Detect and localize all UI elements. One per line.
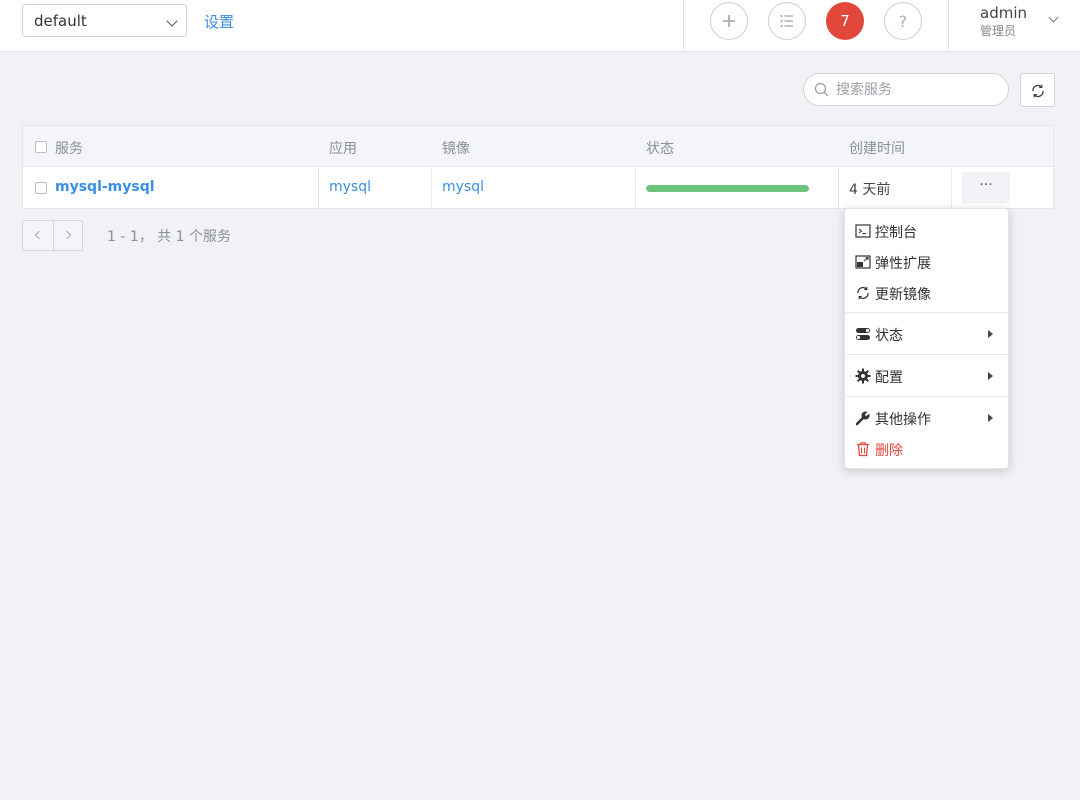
image-link[interactable]: mysql <box>442 179 484 195</box>
svg-text:?: ? <box>899 12 908 31</box>
select-all-checkbox[interactable] <box>35 141 47 153</box>
menu-item-label: 删除 <box>875 443 903 459</box>
menu-item-label: 状态 <box>875 328 903 344</box>
table-header: 服务 应用 镜像 状态 创建时间 <box>23 126 1053 167</box>
user-role: 管理员 <box>980 24 1017 38</box>
more-actions-button[interactable]: ··· <box>962 172 1010 203</box>
status-progress-fill <box>646 185 809 192</box>
caret-right-icon <box>988 414 993 422</box>
created-time: 4 天前 <box>849 182 891 198</box>
user-name[interactable]: admin <box>980 4 1027 22</box>
task-list-button[interactable] <box>768 2 806 40</box>
namespace-select[interactable]: default <box>22 4 187 37</box>
app-link[interactable]: mysql <box>329 179 371 195</box>
cell-divider <box>838 167 839 208</box>
settings-link[interactable]: 设置 <box>204 11 234 32</box>
plus-icon <box>723 15 735 27</box>
menu-item-label: 其他操作 <box>875 412 931 428</box>
menu-item-label: 更新镜像 <box>875 287 931 303</box>
search-input[interactable] <box>836 80 996 100</box>
gear-icon <box>855 368 871 384</box>
column-header-service[interactable]: 服务 <box>55 138 83 158</box>
chevron-left-icon[interactable] <box>34 230 44 240</box>
service-actions-menu: 控制台 弹性扩展 更新镜像 状态 配置 其他操作 删除 <box>844 208 1009 469</box>
menu-divider <box>845 312 1008 313</box>
menu-divider <box>845 396 1008 397</box>
pager-divider <box>53 221 54 250</box>
namespace-select-value: default <box>34 12 87 30</box>
menu-item-delete[interactable]: 删除 <box>845 435 1008 463</box>
cell-divider <box>318 167 319 208</box>
list-icon <box>780 14 793 28</box>
chevron-right-icon[interactable] <box>62 230 72 240</box>
wrench-icon <box>855 410 871 426</box>
status-progress-bar <box>646 185 809 192</box>
terminal-icon <box>855 224 871 238</box>
menu-item-console[interactable]: 控制台 <box>845 217 1008 245</box>
column-header-created[interactable]: 创建时间 <box>849 138 905 158</box>
help-button[interactable]: ? <box>884 2 922 40</box>
menu-divider <box>845 354 1008 355</box>
menu-item-update-image[interactable]: 更新镜像 <box>845 279 1008 307</box>
add-button[interactable] <box>710 2 748 40</box>
table-row: mysql-mysql mysql mysql 4 天前 ··· <box>23 167 1053 208</box>
menu-item-other-actions[interactable]: 其他操作 <box>845 404 1008 432</box>
refresh-button[interactable] <box>1020 73 1055 107</box>
caret-right-icon <box>988 330 993 338</box>
column-header-image[interactable]: 镜像 <box>442 138 470 158</box>
pagination-summary: 1 - 1， 共 1 个服务 <box>107 229 232 245</box>
refresh-icon <box>857 286 869 300</box>
services-table: 服务 应用 镜像 状态 创建时间 mysql-mysql mysql mysql… <box>22 125 1054 209</box>
divider <box>948 0 949 52</box>
menu-item-label: 配置 <box>875 370 903 386</box>
chevron-down-icon <box>166 15 178 27</box>
refresh-icon <box>1032 84 1044 98</box>
chevron-down-icon[interactable] <box>1048 12 1059 23</box>
column-header-status[interactable]: 状态 <box>646 138 674 158</box>
search-box[interactable] <box>803 73 1009 106</box>
scale-icon <box>855 255 871 269</box>
top-bar: default 设置 7 ? admin 管理员 <box>0 0 1080 52</box>
divider <box>683 0 684 52</box>
cell-divider <box>951 167 952 208</box>
menu-item-status[interactable]: 状态 <box>845 320 1008 348</box>
trash-icon <box>857 442 869 457</box>
toggle-icon <box>856 328 870 340</box>
column-header-app[interactable]: 应用 <box>329 138 357 158</box>
cell-divider <box>431 167 432 208</box>
menu-item-label: 控制台 <box>875 225 917 241</box>
row-checkbox[interactable] <box>35 182 47 194</box>
menu-item-label: 弹性扩展 <box>875 256 931 272</box>
caret-right-icon <box>988 372 993 380</box>
notification-badge[interactable]: 7 <box>826 2 864 40</box>
help-icon: ? <box>899 12 908 31</box>
menu-item-config[interactable]: 配置 <box>845 362 1008 390</box>
menu-item-scale[interactable]: 弹性扩展 <box>845 248 1008 276</box>
cell-divider <box>635 167 636 208</box>
search-icon <box>814 82 829 97</box>
service-name-link[interactable]: mysql-mysql <box>55 179 155 195</box>
pagination <box>22 220 83 251</box>
